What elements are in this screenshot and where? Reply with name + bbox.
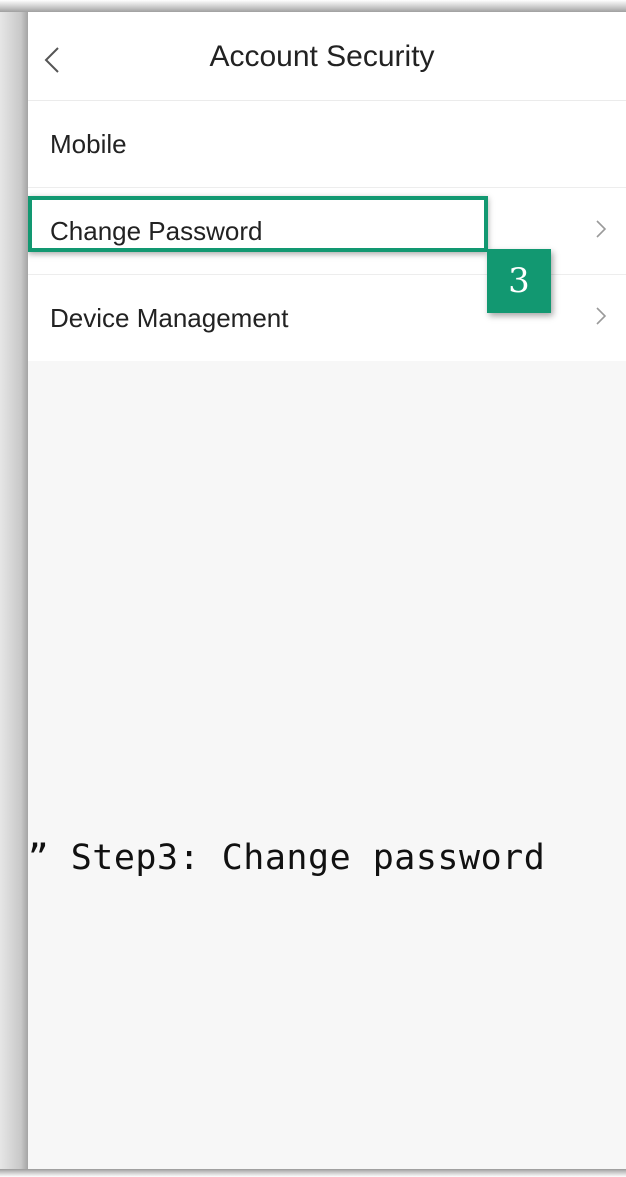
step-number-badge: 3 bbox=[487, 249, 551, 313]
step-caption: y” Step3: Change password bbox=[28, 838, 546, 878]
list-item-label: Mobile bbox=[50, 129, 127, 159]
chevron-right-icon bbox=[596, 220, 607, 238]
frame-shadow bbox=[0, 1169, 626, 1177]
list-item-mobile[interactable]: Mobile bbox=[28, 101, 626, 188]
step-highlight-box bbox=[28, 196, 488, 252]
page: Account Security Mobile Change Password … bbox=[0, 0, 626, 1177]
page-title: Account Security bbox=[209, 40, 435, 73]
nav-header: Account Security bbox=[28, 12, 626, 101]
frame-shadow bbox=[0, 0, 30, 1177]
list-item-label: Device Management bbox=[50, 303, 289, 333]
chevron-right-icon bbox=[596, 307, 607, 325]
frame-shadow bbox=[0, 0, 626, 12]
phone-screen: Account Security Mobile Change Password … bbox=[28, 12, 626, 1169]
